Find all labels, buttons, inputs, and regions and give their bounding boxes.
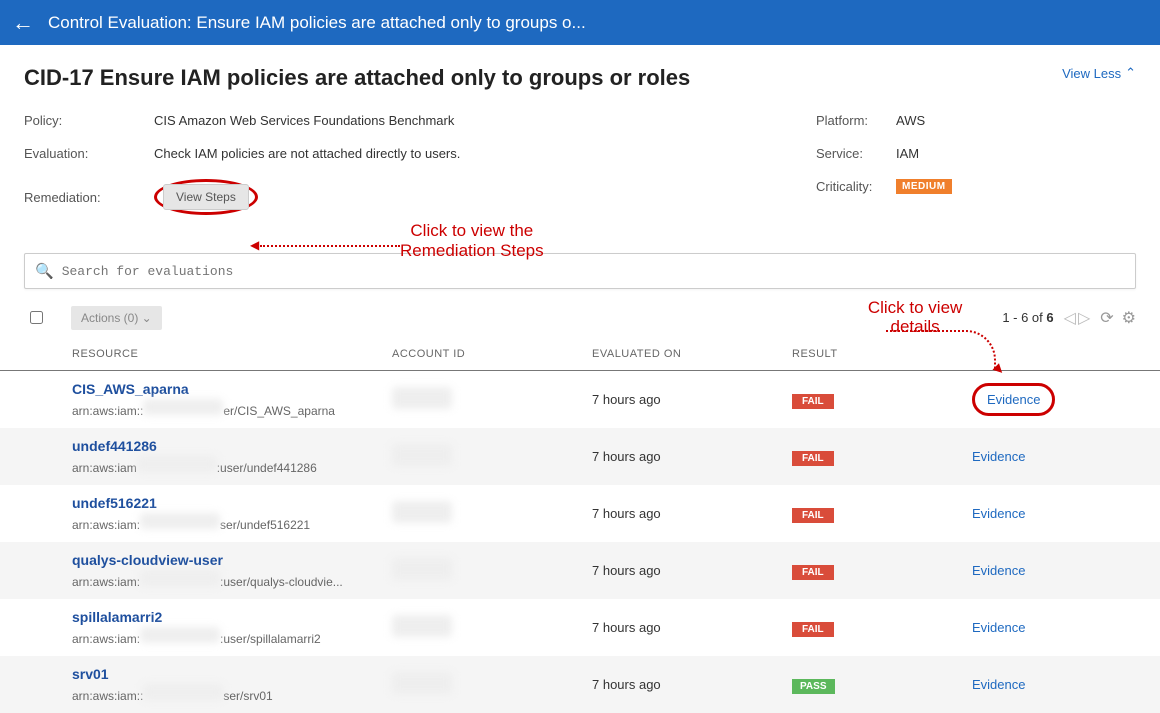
result-badge: PASS <box>792 679 835 694</box>
table-row[interactable]: CIS_AWS_aparna arn:aws:iam::er/CIS_AWS_a… <box>0 371 1160 428</box>
appbar-title: Control Evaluation: Ensure IAM policies … <box>48 13 586 33</box>
callout-circle: View Steps <box>154 179 258 215</box>
evaluated-on: 7 hours ago <box>592 563 792 578</box>
evidence-link[interactable]: Evidence <box>972 563 1025 578</box>
account-id-redacted <box>392 387 452 409</box>
evaluated-on: 7 hours ago <box>592 620 792 635</box>
resource-name[interactable]: undef441286 <box>72 438 392 454</box>
view-steps-button[interactable]: View Steps <box>163 184 249 210</box>
evaluated-on: 7 hours ago <box>592 677 792 692</box>
remediation-label: Remediation: <box>24 190 154 205</box>
resource-name[interactable]: CIS_AWS_aparna <box>72 381 392 397</box>
resource-name[interactable]: spillalamarri2 <box>72 609 392 625</box>
col-resource: RESOURCE <box>72 348 392 360</box>
refresh-icon[interactable]: ⟳ <box>1100 308 1113 328</box>
table-row[interactable]: qualys-cloudview-user arn:aws:iam::user/… <box>0 542 1160 599</box>
criticality-label: Criticality: <box>816 179 896 194</box>
platform-value: AWS <box>896 113 925 128</box>
control-panel: CID-17 Ensure IAM policies are attached … <box>0 45 1160 243</box>
search-bar[interactable]: 🔍 <box>24 253 1136 289</box>
search-input[interactable] <box>62 264 1125 279</box>
resource-arn: arn:aws:iam::er/CIS_AWS_aparna <box>72 399 392 418</box>
page-title: CID-17 Ensure IAM policies are attached … <box>24 65 690 91</box>
col-evaluated: EVALUATED ON <box>592 348 792 360</box>
service-label: Service: <box>816 146 896 161</box>
result-badge: FAIL <box>792 394 834 409</box>
result-badge: FAIL <box>792 451 834 466</box>
table-row[interactable]: undef516221 arn:aws:iam:ser/undef516221 … <box>0 485 1160 542</box>
policy-value: CIS Amazon Web Services Foundations Benc… <box>154 113 454 128</box>
account-id-redacted <box>392 615 452 637</box>
resource-arn: arn:aws:iam::ser/srv01 <box>72 684 392 703</box>
table-row[interactable]: srv01 arn:aws:iam::ser/srv01 7 hours ago… <box>0 656 1160 713</box>
evidence-link[interactable]: Evidence <box>972 620 1025 635</box>
criticality-badge: MEDIUM <box>896 179 952 194</box>
account-id-redacted <box>392 501 452 523</box>
callout-circle: Evidence <box>972 383 1055 416</box>
view-less-toggle[interactable]: View Less ⌃ <box>1062 65 1136 81</box>
resource-name[interactable]: qualys-cloudview-user <box>72 552 392 568</box>
pagination-text: 1 - 6 of 6 <box>1002 310 1053 325</box>
annotation-arrow <box>260 245 400 247</box>
resource-arn: arn:aws:iam:ser/undef516221 <box>72 513 392 532</box>
evaluation-value: Check IAM policies are not attached dire… <box>154 146 460 161</box>
table-toolbar: Actions (0) ⌄ Click to view details 1 - … <box>0 289 1160 336</box>
table-row[interactable]: spillalamarri2 arn:aws:iam::user/spillal… <box>0 599 1160 656</box>
evidence-link[interactable]: Evidence <box>972 677 1025 692</box>
resource-name[interactable]: srv01 <box>72 666 392 682</box>
search-icon: 🔍 <box>35 262 54 280</box>
page-prev-icon[interactable]: ◁ <box>1064 308 1076 328</box>
view-less-label: View Less <box>1062 66 1121 81</box>
resource-arn: arn:aws:iam::user/spillalamarri2 <box>72 627 392 646</box>
result-badge: FAIL <box>792 565 834 580</box>
back-arrow-icon[interactable]: ← <box>12 10 34 36</box>
chevron-up-icon: ⌃ <box>1125 65 1136 81</box>
table-body: CIS_AWS_aparna arn:aws:iam::er/CIS_AWS_a… <box>0 371 1160 713</box>
evidence-link[interactable]: Evidence <box>972 449 1025 464</box>
evaluated-on: 7 hours ago <box>592 449 792 464</box>
evaluated-on: 7 hours ago <box>592 506 792 521</box>
gear-icon[interactable]: ⚙ <box>1122 308 1136 328</box>
evaluation-label: Evaluation: <box>24 146 154 161</box>
evaluated-on: 7 hours ago <box>592 392 792 407</box>
service-value: IAM <box>896 146 919 161</box>
annotation-arrow-2 <box>886 330 996 370</box>
result-badge: FAIL <box>792 622 834 637</box>
resource-arn: arn:aws:iam::user/qualys-cloudvie... <box>72 570 392 589</box>
account-id-redacted <box>392 672 452 694</box>
table-row[interactable]: undef441286 arn:aws:iam:user/undef441286… <box>0 428 1160 485</box>
policy-label: Policy: <box>24 113 154 128</box>
resource-arn: arn:aws:iam:user/undef441286 <box>72 456 392 475</box>
platform-label: Platform: <box>816 113 896 128</box>
page-next-icon[interactable]: ▷ <box>1078 308 1090 328</box>
account-id-redacted <box>392 558 452 580</box>
evidence-link[interactable]: Evidence <box>987 392 1040 407</box>
account-id-redacted <box>392 444 452 466</box>
actions-dropdown[interactable]: Actions (0) ⌄ <box>71 306 162 330</box>
resource-name[interactable]: undef516221 <box>72 495 392 511</box>
annotation-remediation: Click to view the Remediation Steps <box>400 221 544 262</box>
evidence-link[interactable]: Evidence <box>972 506 1025 521</box>
col-account: ACCOUNT ID <box>392 348 592 360</box>
select-all-checkbox[interactable] <box>30 311 43 324</box>
result-badge: FAIL <box>792 508 834 523</box>
app-bar: ← Control Evaluation: Ensure IAM policie… <box>0 0 1160 45</box>
